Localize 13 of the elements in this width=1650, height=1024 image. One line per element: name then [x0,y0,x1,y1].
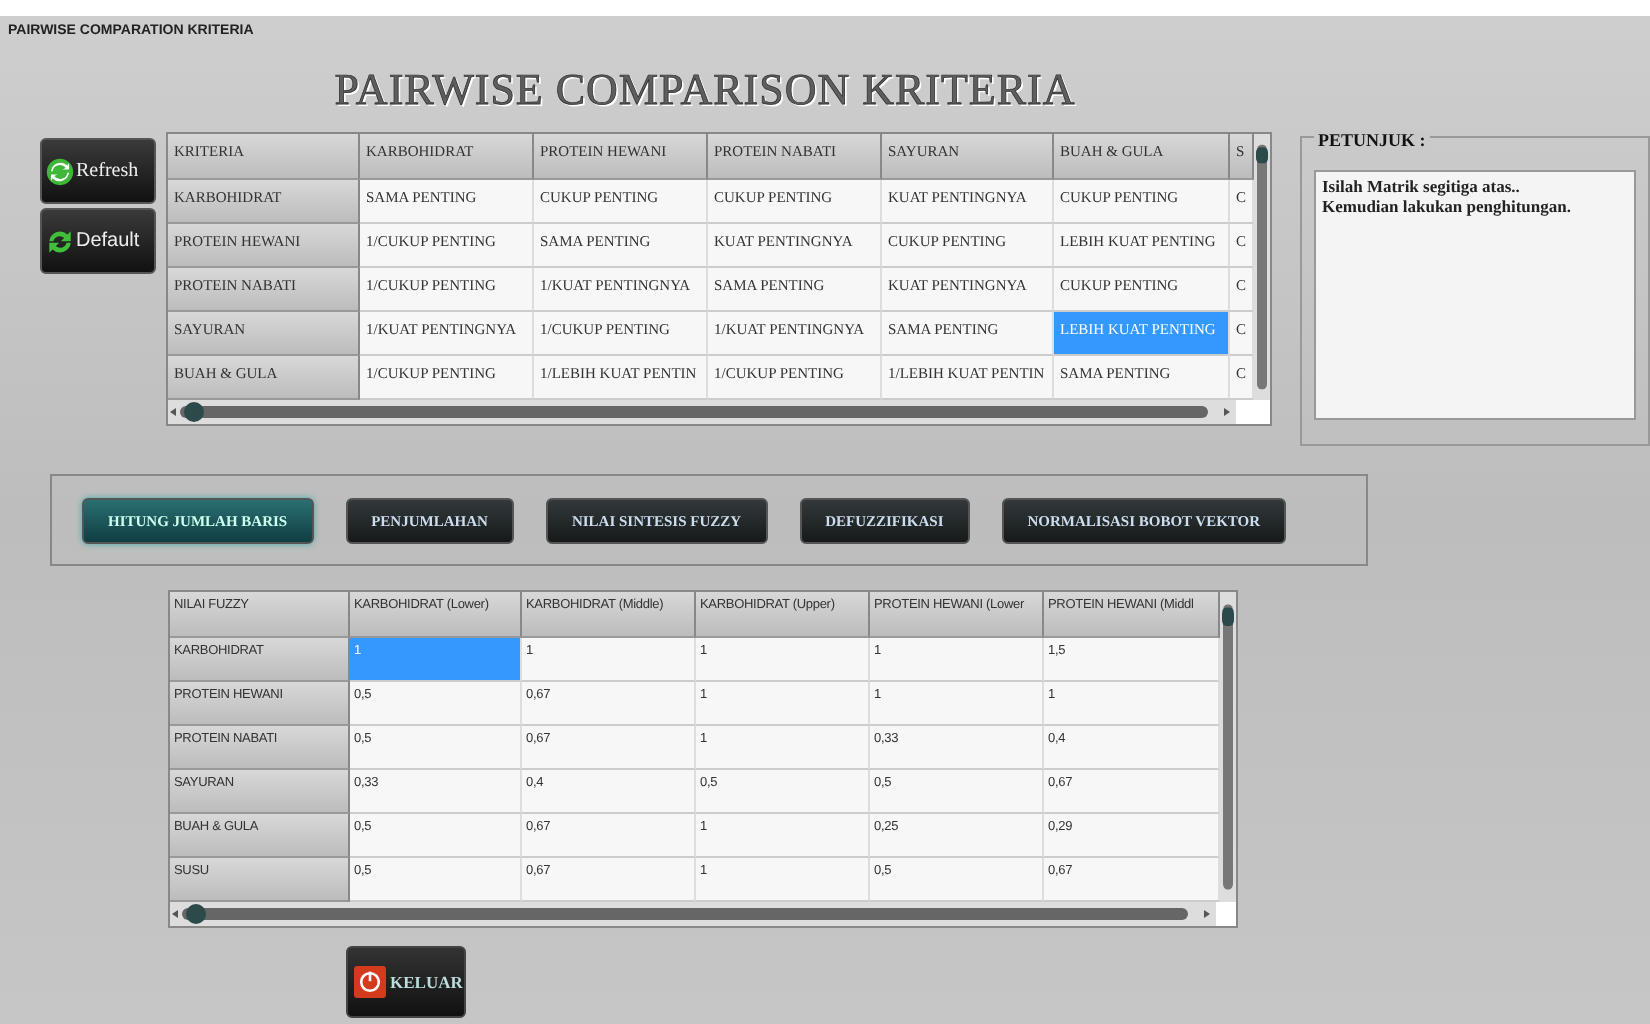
page-heading: PAIRWISE COMPARISON KRITERIA [332,62,1078,118]
sync-icon [46,227,74,255]
power-icon [354,966,386,998]
panel-title: PETUNJUK : [1314,130,1430,150]
horizontal-scrollbar[interactable] [168,400,1236,424]
refresh-icon [46,157,74,185]
vertical-scrollbar[interactable] [1254,134,1270,400]
refresh-button[interactable]: Refresh [40,138,156,204]
vertical-scrollbar[interactable] [1220,592,1236,902]
hint-textbox[interactable]: Isilah Matrik segitiga atas.. Kemudian lakukan penghitungan. [1314,170,1636,420]
exit-button[interactable]: KELUAR [346,946,466,1018]
horizontal-scrollbar[interactable] [170,902,1216,926]
default-button[interactable]: Default [40,208,156,274]
